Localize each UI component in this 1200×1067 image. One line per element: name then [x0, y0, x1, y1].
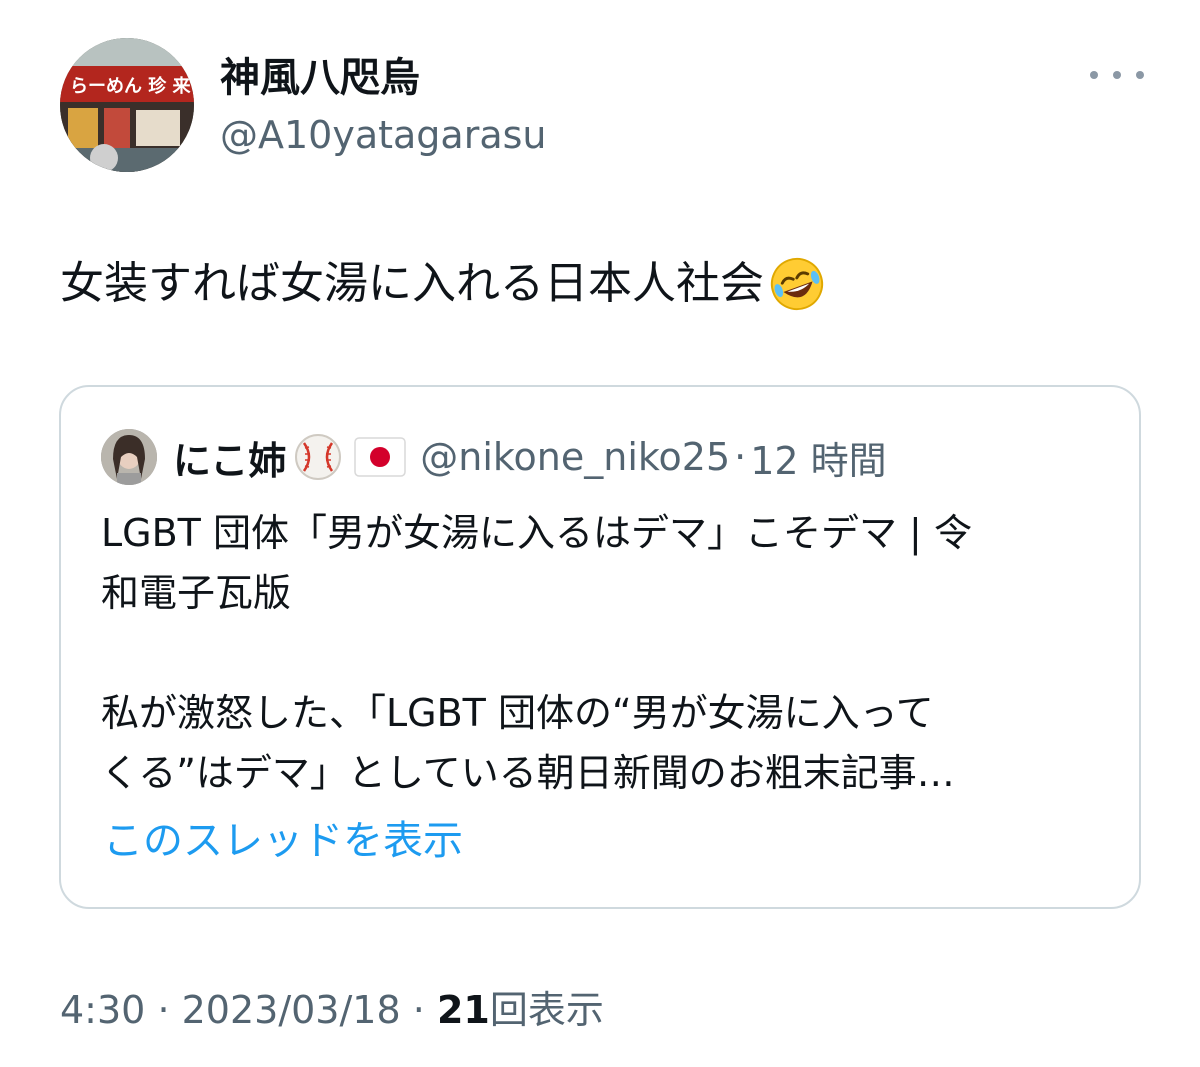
show-thread-link[interactable]: このスレッドを表示: [103, 813, 463, 869]
quoted-text-line: 私が激怒した、「LGBT 団体の“男が女湯に入って: [101, 691, 934, 735]
quoted-header-separator: ·: [734, 435, 747, 479]
tweet-date[interactable]: 2023/03/18: [182, 988, 401, 1032]
author-handle[interactable]: @A10yatagarasu: [220, 110, 547, 160]
views-label: 回表示: [489, 988, 604, 1032]
quoted-tweet-body: LGBT 団体「男が女湯に入るはデマ」こそデマ | 令 和電子瓦版 私が激怒した…: [101, 503, 1101, 803]
baseball-emoji-icon: [295, 434, 342, 480]
quoted-tweet-time[interactable]: 12 時間: [750, 430, 886, 485]
tweet-meta: 4:30 · 2023/03/18 · 21回表示: [60, 984, 604, 1036]
quoted-text-line: 和電子瓦版: [101, 571, 292, 615]
quoted-text-line: くる”はデマ」としている朝日新聞のお粗末記事…: [101, 751, 955, 795]
quoted-text-line: [101, 623, 1101, 683]
meta-separator: ·: [412, 988, 425, 1032]
avatar-sign-text: らーめん 珍 来: [70, 75, 192, 97]
quoted-tweet-card[interactable]: にこ姉 @nikone_niko25 · 12 時間 LGBT 団体「男が女湯に…: [59, 385, 1141, 909]
author-avatar[interactable]: らーめん 珍 来: [60, 38, 194, 172]
tweet: らーめん 珍 来 神風八咫烏 @A10yatagarasu 女装すれば女湯に入れ…: [0, 0, 1200, 1067]
tweet-text: 女装すれば女湯に入れる日本人社会: [60, 254, 826, 314]
views-count[interactable]: 21: [437, 988, 490, 1032]
quoted-author-avatar[interactable]: [101, 429, 157, 485]
japan-flag-emoji-icon: [354, 437, 406, 477]
tweet-text-content: 女装すれば女湯に入れる日本人社会: [60, 258, 764, 309]
rofl-emoji-icon: [770, 257, 824, 311]
author-display-name[interactable]: 神風八咫烏: [220, 52, 420, 104]
quoted-author-display-name[interactable]: にこ姉: [173, 430, 286, 485]
tweet-time[interactable]: 4:30: [60, 988, 145, 1032]
quoted-tweet-header: にこ姉 @nikone_niko25 · 12 時間: [101, 429, 887, 485]
quoted-author-handle[interactable]: @nikone_niko25: [420, 435, 730, 479]
meta-separator: ·: [157, 988, 170, 1032]
quoted-text-line: LGBT 団体「男が女湯に入るはデマ」こそデマ | 令: [101, 511, 972, 555]
more-dots-icon[interactable]: [1090, 60, 1144, 90]
